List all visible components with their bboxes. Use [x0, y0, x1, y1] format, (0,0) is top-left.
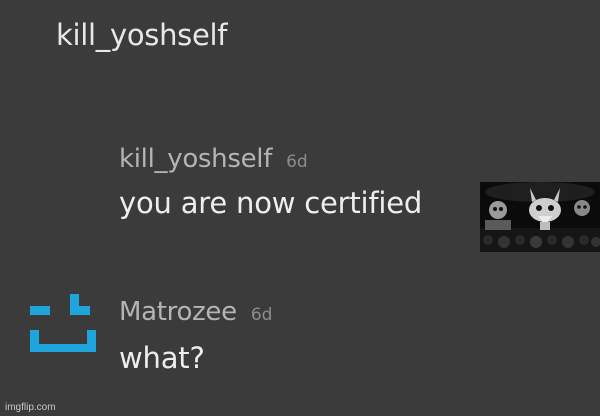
comment-body: you are now certified	[119, 186, 422, 220]
reply-timestamp: 6d	[286, 152, 308, 172]
reply-username[interactable]: kill_yoshself	[119, 144, 272, 174]
comment-body: what?	[119, 341, 272, 375]
parent-comment-username[interactable]: kill_yoshself	[56, 18, 227, 52]
meme-image-thumbnail[interactable]	[480, 182, 600, 252]
meme-image	[480, 182, 600, 252]
pixel-smiley-avatar-icon[interactable]	[30, 290, 96, 354]
reply-text: you are now certified	[119, 186, 423, 220]
reply-timestamp: 6d	[250, 305, 273, 325]
comment-header: kill_yoshself 6d	[119, 144, 422, 174]
comment-header: Matrozee 6d	[119, 297, 272, 327]
reply-username[interactable]: Matrozee	[119, 297, 237, 327]
avatar-image	[30, 294, 96, 352]
reply-comment-kill-yoshself: kill_yoshself 6d you are now certified	[119, 144, 422, 220]
reply-text: what?	[119, 341, 205, 375]
imgflip-watermark: imgflip.com	[5, 402, 56, 413]
reply-comment-matrozee: Matrozee 6d what?	[119, 297, 272, 375]
